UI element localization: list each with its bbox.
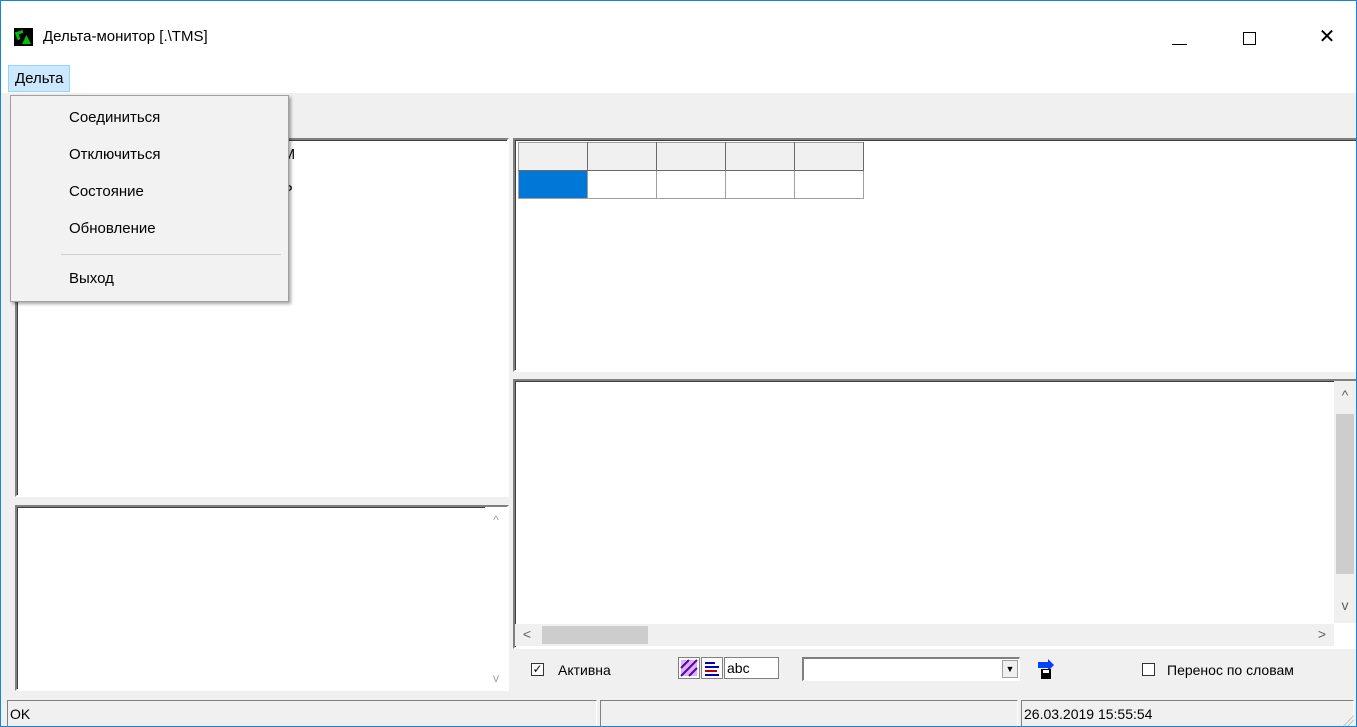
data-grid[interactable] bbox=[518, 142, 864, 199]
checkmark-icon: ✓ bbox=[532, 662, 543, 676]
grid-row bbox=[518, 170, 864, 199]
scroll-down-icon[interactable]: v bbox=[486, 671, 506, 685]
word-wrap-checkbox[interactable] bbox=[1142, 663, 1155, 676]
grid-cell[interactable] bbox=[794, 170, 864, 199]
minimize-button[interactable] bbox=[1157, 15, 1203, 59]
grid-header-row bbox=[518, 142, 864, 171]
active-checkbox[interactable]: ✓ bbox=[531, 663, 544, 676]
status-middle bbox=[600, 700, 1018, 726]
scroll-up-icon[interactable]: ^ bbox=[486, 513, 506, 527]
menu-separator bbox=[61, 254, 281, 255]
scroll-thumb[interactable] bbox=[542, 626, 648, 644]
status-text: OK bbox=[7, 700, 597, 726]
scroll-left-icon[interactable]: < bbox=[517, 626, 537, 642]
menu-bar: Дельта bbox=[1, 63, 1356, 93]
menu-item-refresh[interactable]: Обновление bbox=[69, 220, 156, 237]
title-bar[interactable]: Дельта-монитор [.\TMS] ✕ bbox=[1, 1, 1356, 63]
font-format-label: abc bbox=[727, 660, 750, 676]
close-button[interactable]: ✕ bbox=[1304, 15, 1350, 59]
text-vertical-scrollbar[interactable]: ^ v bbox=[1334, 381, 1356, 623]
log-scrollbar[interactable]: ^ v bbox=[485, 507, 507, 689]
close-icon: ✕ bbox=[1318, 26, 1336, 48]
minimize-icon bbox=[1172, 44, 1187, 45]
maximize-icon bbox=[1243, 32, 1256, 45]
text-panel[interactable]: ^ v < > bbox=[513, 379, 1356, 649]
delta-dropdown-menu: Соединиться Отключиться Состояние Обновл… bbox=[10, 95, 289, 302]
menu-item-exit[interactable]: Выход bbox=[69, 270, 114, 287]
status-bar: OK 26.03.2019 15:55:54 bbox=[1, 696, 1356, 726]
grid-panel[interactable] bbox=[513, 138, 1356, 372]
menu-item-status[interactable]: Состояние bbox=[69, 183, 144, 200]
main-window: Дельта-монитор [.\TMS] ✕ Дельта OM OP IP… bbox=[0, 0, 1357, 727]
active-checkbox-label[interactable]: Активна bbox=[558, 662, 611, 678]
chevron-down-icon[interactable]: ▼ bbox=[1002, 660, 1018, 678]
menu-item-disconnect[interactable]: Отключиться bbox=[69, 146, 160, 163]
grid-header-cell[interactable] bbox=[656, 142, 726, 171]
text-horizontal-scrollbar[interactable]: < > bbox=[515, 624, 1334, 646]
scroll-right-icon[interactable]: > bbox=[1312, 626, 1332, 642]
app-icon[interactable] bbox=[14, 28, 33, 46]
scroll-thumb[interactable] bbox=[1336, 414, 1354, 574]
save-icon[interactable] bbox=[1036, 658, 1056, 680]
grid-header-cell[interactable] bbox=[587, 142, 657, 171]
word-wrap-label[interactable]: Перенос по словам bbox=[1167, 662, 1294, 678]
grid-cell[interactable] bbox=[587, 170, 657, 199]
filter-combobox[interactable]: ▼ bbox=[802, 657, 1020, 681]
log-panel[interactable]: ^ v bbox=[15, 505, 509, 691]
menu-delta[interactable]: Дельта bbox=[8, 65, 71, 92]
grid-cell-selected[interactable] bbox=[518, 170, 588, 199]
grid-header-cell[interactable] bbox=[725, 142, 795, 171]
grid-cell[interactable] bbox=[725, 170, 795, 199]
maximize-button[interactable] bbox=[1227, 15, 1273, 59]
window-title: Дельта-монитор [.\TMS] bbox=[43, 28, 208, 45]
scroll-down-icon[interactable]: v bbox=[1335, 597, 1355, 613]
pattern-icon[interactable] bbox=[678, 657, 700, 679]
grid-header-cell[interactable] bbox=[794, 142, 864, 171]
align-icon[interactable] bbox=[701, 657, 723, 679]
grid-cell[interactable] bbox=[656, 170, 726, 199]
resize-grip-icon[interactable] bbox=[1340, 712, 1354, 726]
grid-header-cell[interactable] bbox=[518, 142, 588, 171]
status-datetime: 26.03.2019 15:55:54 bbox=[1021, 700, 1354, 726]
scroll-up-icon[interactable]: ^ bbox=[1335, 387, 1355, 403]
font-format-button[interactable]: abc bbox=[724, 657, 779, 679]
menu-item-connect[interactable]: Соединиться bbox=[69, 109, 160, 126]
